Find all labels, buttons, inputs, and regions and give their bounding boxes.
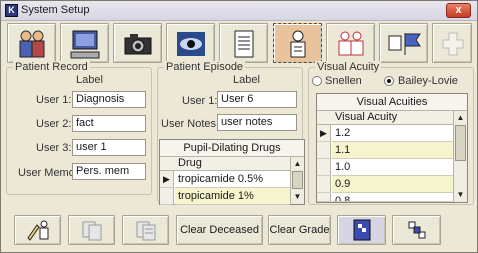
- acuity-row[interactable]: 1.2: [332, 125, 453, 142]
- acuity-row-indicator-3: [317, 159, 331, 176]
- step-up-button[interactable]: [392, 215, 441, 245]
- drugs-row-indicator-2: [160, 188, 174, 205]
- edit-user-button[interactable]: [14, 215, 61, 245]
- camera-icon: [124, 34, 152, 55]
- toolbar-flag-button[interactable]: [379, 23, 428, 63]
- scroll-thumb[interactable]: [455, 125, 466, 161]
- acuity-row[interactable]: 0.8: [332, 193, 453, 202]
- drugs-row-indicator: ▶: [160, 171, 174, 188]
- record-user2-label: User 2:: [36, 118, 72, 130]
- snellen-label: Snellen: [325, 75, 362, 87]
- title-bar: K System Setup x: [1, 1, 477, 21]
- patient-record-label-header: Label: [76, 74, 103, 86]
- record-user3-label: User 3:: [36, 142, 72, 154]
- bailey-lovie-radio[interactable]: [384, 76, 394, 86]
- copy-list-button[interactable]: [122, 215, 169, 245]
- drugs-grid-title: Pupil-Dilating Drugs: [160, 140, 304, 157]
- copy-record-button[interactable]: [68, 215, 115, 245]
- window-title: System Setup: [21, 4, 90, 16]
- drug-row[interactable]: tropicamide 0.5%: [175, 171, 290, 188]
- scroll-up-icon[interactable]: ▲: [454, 111, 467, 124]
- step-down-icon: [353, 219, 370, 241]
- scroll-up-icon[interactable]: ▲: [291, 157, 304, 170]
- step-up-icon: [408, 221, 425, 239]
- acuity-row[interactable]: 0.9: [332, 176, 453, 193]
- close-button[interactable]: x: [446, 3, 471, 18]
- step-down-button[interactable]: [337, 215, 386, 245]
- patient-episode-label-header: Label: [233, 74, 260, 86]
- drugs-grid: Pupil-Dilating Drugs Drug ▶ tropicamide …: [159, 139, 305, 205]
- acuity-scrollbar[interactable]: ▲ ▼: [453, 111, 467, 202]
- acuity-row[interactable]: 1.0: [332, 159, 453, 176]
- system-setup-window: K System Setup x Patient Record Label Us…: [0, 0, 478, 253]
- record-user3-field[interactable]: user 1: [72, 139, 146, 156]
- episode-notes-label: User Notes:: [161, 118, 220, 130]
- person-icon: [290, 30, 306, 58]
- drugs-column-header: Drug: [175, 157, 290, 171]
- record-user1-label: User 1:: [36, 94, 72, 106]
- pencil-person-icon: [26, 220, 48, 241]
- scroll-thumb[interactable]: [292, 171, 303, 189]
- snellen-radio[interactable]: [312, 76, 322, 86]
- episode-user1-label: User 1:: [182, 95, 218, 107]
- visual-acuities-grid: Visual Acuities Visual Acuity ▶ 1.2 1.1 …: [316, 93, 468, 203]
- toolbar-camera-button[interactable]: [113, 23, 162, 63]
- patient-episode-title: Patient Episode: [164, 61, 246, 73]
- toolbar-person-button[interactable]: [273, 23, 322, 63]
- acuity-corner-cell: [317, 111, 332, 125]
- copy-list-icon: [136, 221, 155, 241]
- document-icon: [234, 30, 254, 58]
- group-icon: [338, 31, 364, 56]
- drugs-scrollbar[interactable]: ▲ ▼: [290, 157, 304, 204]
- acuity-row-indicator: ▶: [317, 125, 331, 142]
- toolbar-eye-image-button[interactable]: [166, 23, 215, 63]
- acuity-column-header: Visual Acuity: [332, 111, 453, 125]
- copy-document-icon: [82, 221, 101, 241]
- acuity-row[interactable]: 1.1: [332, 142, 453, 159]
- acuity-row-indicator-5: [317, 193, 331, 202]
- clear-deceased-button[interactable]: Clear Deceased: [176, 215, 263, 245]
- eye-image-icon: [177, 32, 205, 56]
- clear-grade-button[interactable]: Clear Grade: [268, 215, 331, 245]
- computer-icon: [70, 30, 100, 59]
- toolbar-computer-button[interactable]: [60, 23, 109, 63]
- record-memo-field[interactable]: Pers. mem: [72, 163, 146, 180]
- scroll-down-icon[interactable]: ▼: [454, 188, 467, 201]
- patient-record-title: Patient Record: [13, 61, 90, 73]
- toolbar-users-button[interactable]: [7, 23, 56, 63]
- plus-icon: [442, 32, 464, 56]
- flag-icon: [388, 33, 421, 55]
- episode-user1-field[interactable]: User 6: [217, 91, 297, 108]
- record-memo-label: User Memo:: [18, 167, 78, 179]
- toolbar-group-button[interactable]: [326, 23, 375, 63]
- acuity-row-indicator-2: [317, 142, 331, 159]
- record-user2-field[interactable]: fact: [72, 115, 146, 132]
- toolbar-plus-button[interactable]: [432, 23, 472, 63]
- users-icon: [19, 30, 45, 58]
- toolbar-document-button[interactable]: [219, 23, 268, 63]
- record-user1-field[interactable]: Diagnosis: [72, 91, 146, 108]
- app-icon: K: [5, 4, 18, 17]
- visual-acuity-title: Visual Acuity: [315, 61, 382, 73]
- drugs-corner-cell: [160, 157, 175, 171]
- drug-row[interactable]: tropicamide 1%: [175, 188, 290, 205]
- scroll-down-icon[interactable]: ▼: [291, 190, 304, 203]
- acuity-row-indicator-4: [317, 176, 331, 193]
- episode-notes-field[interactable]: user notes: [217, 114, 297, 131]
- bailey-lovie-label: Bailey-Lovie: [398, 75, 458, 87]
- visual-acuities-title: Visual Acuities: [317, 94, 467, 111]
